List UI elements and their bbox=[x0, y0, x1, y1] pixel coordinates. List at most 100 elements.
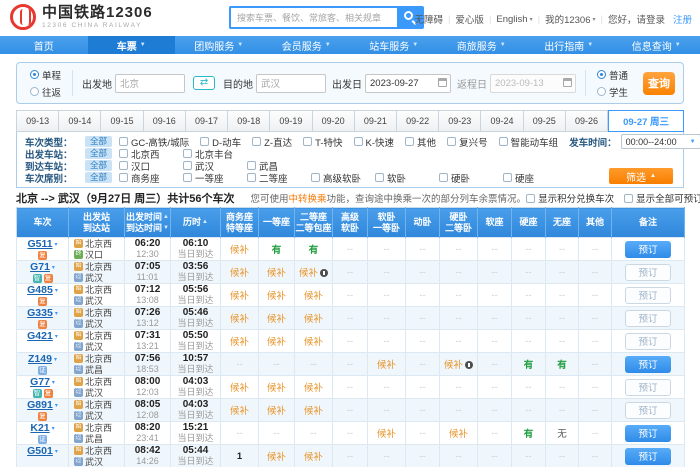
nav-item[interactable]: 商旅服务▼ bbox=[438, 36, 526, 54]
column-header[interactable]: 其他 bbox=[579, 208, 612, 238]
train-number-link[interactable]: G71 bbox=[30, 261, 50, 273]
date-tab[interactable]: 09-25 bbox=[524, 110, 566, 132]
date-tab[interactable]: 09-24 bbox=[481, 110, 523, 132]
filter-all-badge[interactable]: 全部 bbox=[85, 160, 112, 171]
book-button[interactable]: 预订 bbox=[625, 402, 671, 419]
expand-caret-icon[interactable]: ▾ bbox=[55, 310, 58, 317]
train-number-link[interactable]: G335 bbox=[27, 307, 53, 319]
filter-option[interactable]: 智能动车组 bbox=[499, 135, 559, 149]
trip-type-option[interactable]: 单程 bbox=[30, 68, 61, 82]
date-tab-active[interactable]: 09-27 周三 bbox=[608, 110, 684, 132]
expand-caret-icon[interactable]: ▾ bbox=[55, 241, 58, 248]
filter-button[interactable]: 筛选▲ bbox=[609, 168, 673, 184]
register-link[interactable]: 注册 bbox=[673, 12, 692, 26]
query-button[interactable]: 查询 bbox=[643, 72, 675, 95]
expand-caret-icon[interactable]: ▾ bbox=[52, 425, 55, 432]
date-tab[interactable]: 09-14 bbox=[59, 110, 101, 132]
expand-caret-icon[interactable]: ▾ bbox=[54, 356, 57, 363]
train-number-link[interactable]: K21 bbox=[30, 422, 49, 434]
expand-caret-icon[interactable]: ▾ bbox=[55, 333, 58, 340]
filter-option[interactable]: K-快速 bbox=[354, 135, 395, 149]
train-number-link[interactable]: G511 bbox=[27, 238, 52, 250]
date-tab[interactable]: 09-16 bbox=[144, 110, 186, 132]
date-tab[interactable]: 09-19 bbox=[270, 110, 312, 132]
expand-caret-icon[interactable]: ▾ bbox=[52, 379, 55, 386]
filter-all-badge[interactable]: 全部 bbox=[85, 136, 112, 147]
nav-item[interactable]: 团购服务▼ bbox=[175, 36, 263, 54]
column-header[interactable]: 车次 bbox=[17, 208, 69, 238]
book-button[interactable]: 预订 bbox=[625, 310, 671, 327]
train-number-link[interactable]: G501 bbox=[27, 445, 53, 457]
from-input[interactable] bbox=[115, 74, 185, 93]
nav-item[interactable]: 站车服务▼ bbox=[350, 36, 438, 54]
column-header[interactable]: 硬卧二等卧 bbox=[440, 208, 478, 238]
filter-option[interactable]: 硬座 bbox=[503, 171, 567, 185]
date-tab[interactable]: 09-21 bbox=[355, 110, 397, 132]
filter-option[interactable]: 其他 bbox=[405, 135, 436, 149]
column-header[interactable]: 备注 bbox=[612, 208, 685, 238]
column-header[interactable]: 无座 bbox=[546, 208, 579, 238]
nav-item[interactable]: 出行指南▼ bbox=[525, 36, 613, 54]
column-header[interactable]: 软座 bbox=[478, 208, 512, 238]
depart-time-select[interactable]: 00:00--24:00▼ bbox=[621, 134, 700, 149]
book-button[interactable]: 预订 bbox=[625, 425, 671, 442]
filter-option[interactable]: 商务座 bbox=[119, 171, 183, 185]
column-header[interactable]: 软卧一等卧 bbox=[368, 208, 406, 238]
filter-all-badge[interactable]: 全部 bbox=[85, 148, 112, 159]
top-link[interactable]: English▾ bbox=[496, 14, 532, 25]
filter-option[interactable]: 高级软卧 bbox=[311, 171, 375, 185]
train-number-link[interactable]: Z149 bbox=[28, 353, 52, 365]
candidate-info-icon[interactable] bbox=[320, 269, 328, 277]
train-number-link[interactable]: G421 bbox=[27, 330, 53, 342]
summary-checkbox[interactable]: 显示全部可预订车次 bbox=[624, 191, 700, 205]
nav-item[interactable]: 信息查询▼ bbox=[613, 36, 700, 54]
filter-option[interactable]: 复兴号 bbox=[447, 135, 488, 149]
column-header[interactable]: 出发时间▲到达时间▼ bbox=[125, 208, 171, 238]
swap-stations-icon[interactable]: ⇄ bbox=[193, 76, 215, 90]
expand-caret-icon[interactable]: ▾ bbox=[52, 264, 55, 271]
date-tab[interactable]: 09-26 bbox=[566, 110, 608, 132]
calendar-icon[interactable] bbox=[438, 78, 447, 87]
book-button[interactable]: 预订 bbox=[625, 448, 671, 465]
nav-item[interactable]: 会员服务▼ bbox=[263, 36, 351, 54]
sort-asc-icon[interactable]: ▲ bbox=[202, 217, 208, 228]
column-header[interactable]: 高级软卧 bbox=[333, 208, 368, 238]
sort-asc-icon[interactable]: ▲ bbox=[163, 212, 169, 223]
login-link[interactable]: 您好，请登录 bbox=[608, 12, 665, 26]
top-link[interactable]: 我的12306▾ bbox=[545, 12, 595, 26]
filter-option[interactable]: 一等座 bbox=[183, 171, 247, 185]
passenger-type-option[interactable]: 普通 bbox=[597, 68, 628, 82]
filter-option[interactable]: 硬卧 bbox=[439, 171, 503, 185]
column-header[interactable]: 一等座 bbox=[259, 208, 295, 238]
date-tab[interactable]: 09-22 bbox=[397, 110, 439, 132]
column-header[interactable]: 出发站到达站 bbox=[69, 208, 125, 238]
date-tab[interactable]: 09-17 bbox=[186, 110, 228, 132]
date-tab[interactable]: 09-20 bbox=[313, 110, 355, 132]
search-input[interactable] bbox=[229, 6, 397, 29]
expand-caret-icon[interactable]: ▾ bbox=[55, 448, 58, 455]
column-header[interactable]: 二等座二等包座 bbox=[295, 208, 333, 238]
book-button[interactable]: 预订 bbox=[625, 379, 671, 396]
book-button[interactable]: 预订 bbox=[625, 264, 671, 281]
to-input[interactable] bbox=[256, 74, 326, 93]
expand-caret-icon[interactable]: ▾ bbox=[55, 402, 58, 409]
trip-type-option[interactable]: 往返 bbox=[30, 85, 61, 99]
column-header[interactable]: 历时▲ bbox=[171, 208, 221, 238]
book-button[interactable]: 预订 bbox=[625, 333, 671, 350]
column-header[interactable]: 动卧 bbox=[406, 208, 440, 238]
column-header[interactable]: 硬座 bbox=[512, 208, 546, 238]
summary-checkbox[interactable]: 显示积分兑换车次 bbox=[526, 191, 614, 205]
sort-desc-icon[interactable]: ▼ bbox=[163, 223, 169, 234]
filter-option[interactable]: Z-直达 bbox=[252, 135, 292, 149]
train-number-link[interactable]: G77 bbox=[30, 376, 50, 388]
book-button[interactable]: 预订 bbox=[625, 287, 671, 304]
train-number-link[interactable]: G485 bbox=[27, 284, 53, 296]
date-tab[interactable]: 09-15 bbox=[101, 110, 143, 132]
filter-option[interactable]: 二等座 bbox=[247, 171, 311, 185]
filter-all-badge[interactable]: 全部 bbox=[85, 172, 112, 183]
nav-item[interactable]: 首页 bbox=[0, 36, 88, 54]
train-number-link[interactable]: G891 bbox=[27, 399, 53, 411]
top-link[interactable]: 无障碍 bbox=[414, 12, 443, 26]
date-tab[interactable]: 09-13 bbox=[16, 110, 59, 132]
china-railway-logo[interactable]: 中国铁路12306 12306 CHINA RAILWAY bbox=[10, 4, 153, 30]
